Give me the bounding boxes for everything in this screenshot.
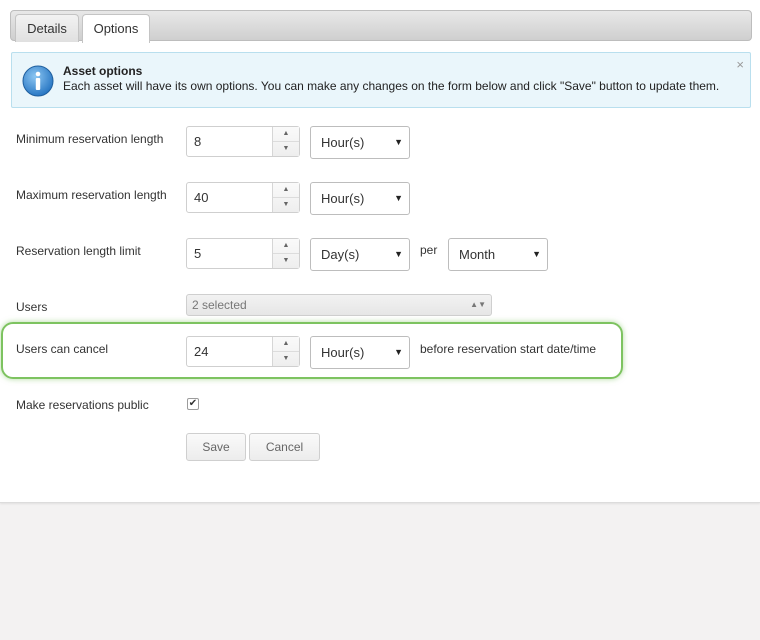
min-length-unit-select[interactable]: Hour(s) ▼ (310, 126, 410, 159)
length-limit-stepper[interactable]: ▲ ▼ (186, 238, 300, 269)
spin-down-icon[interactable]: ▼ (273, 198, 299, 212)
length-limit-period-value: Month (459, 247, 496, 262)
public-checkbox[interactable]: ✔ (187, 398, 199, 410)
public-label: Make reservations public (16, 398, 149, 412)
users-selected-value: 2 selected (192, 298, 247, 312)
users-cancel-stepper[interactable]: ▲ ▼ (186, 336, 300, 367)
users-cancel-spinner[interactable]: ▲ ▼ (272, 337, 299, 366)
save-button[interactable]: Save (186, 433, 246, 461)
users-cancel-suffix: before reservation start date/time (420, 342, 597, 356)
max-length-stepper[interactable]: ▲ ▼ (186, 182, 300, 213)
spin-up-icon[interactable]: ▲ (273, 239, 299, 254)
info-icon (22, 65, 54, 97)
tab-options[interactable]: Options (82, 14, 150, 43)
min-length-stepper[interactable]: ▲ ▼ (186, 126, 300, 157)
spin-down-icon[interactable]: ▼ (273, 352, 299, 366)
users-multiselect[interactable]: 2 selected ▲▼ (186, 294, 492, 316)
users-cancel-label: Users can cancel (16, 342, 109, 356)
min-length-spinner[interactable]: ▲ ▼ (272, 127, 299, 156)
users-cancel-input[interactable] (187, 337, 271, 366)
spin-up-icon[interactable]: ▲ (273, 183, 299, 198)
tab-bar: Details Options (10, 10, 752, 43)
users-cancel-unit-select[interactable]: Hour(s) ▼ (310, 336, 410, 369)
chevron-down-icon: ▼ (394, 193, 403, 203)
length-limit-unit-value: Day(s) (321, 247, 360, 262)
min-length-unit-value: Hour(s) (321, 135, 365, 150)
max-length-input[interactable] (187, 183, 271, 212)
info-text: Each asset will have its own options. Yo… (63, 79, 720, 93)
asset-options-panel: Details Options Asset options Each asset… (0, 0, 760, 503)
length-limit-input[interactable] (187, 239, 271, 268)
up-down-arrows-icon: ▲▼ (470, 300, 486, 309)
spin-down-icon[interactable]: ▼ (273, 254, 299, 268)
info-title: Asset options (63, 64, 143, 78)
tab-details[interactable]: Details (15, 14, 79, 42)
chevron-down-icon: ▼ (394, 249, 403, 259)
spin-up-icon[interactable]: ▲ (273, 337, 299, 352)
length-limit-unit-select[interactable]: Day(s) ▼ (310, 238, 410, 271)
max-length-label: Maximum reservation length (16, 188, 167, 202)
spin-down-icon[interactable]: ▼ (273, 142, 299, 156)
spin-up-icon[interactable]: ▲ (273, 127, 299, 142)
min-length-label: Minimum reservation length (16, 132, 164, 146)
length-limit-spinner[interactable]: ▲ ▼ (272, 239, 299, 268)
max-length-spinner[interactable]: ▲ ▼ (272, 183, 299, 212)
users-label: Users (16, 300, 48, 314)
chevron-down-icon: ▼ (394, 137, 403, 147)
cancel-button[interactable]: Cancel (249, 433, 320, 461)
checkmark-icon: ✔ (188, 398, 198, 409)
length-limit-period-select[interactable]: Month ▼ (448, 238, 548, 271)
max-length-unit-value: Hour(s) (321, 191, 365, 206)
chevron-down-icon: ▼ (394, 347, 403, 357)
max-length-unit-select[interactable]: Hour(s) ▼ (310, 182, 410, 215)
length-limit-label: Reservation length limit (16, 244, 141, 258)
users-cancel-unit-value: Hour(s) (321, 345, 365, 360)
per-label: per (420, 243, 438, 257)
min-length-input[interactable] (187, 127, 271, 156)
info-message: Asset options Each asset will have its o… (11, 52, 751, 108)
close-icon[interactable]: × (736, 57, 744, 72)
chevron-down-icon: ▼ (532, 249, 541, 259)
